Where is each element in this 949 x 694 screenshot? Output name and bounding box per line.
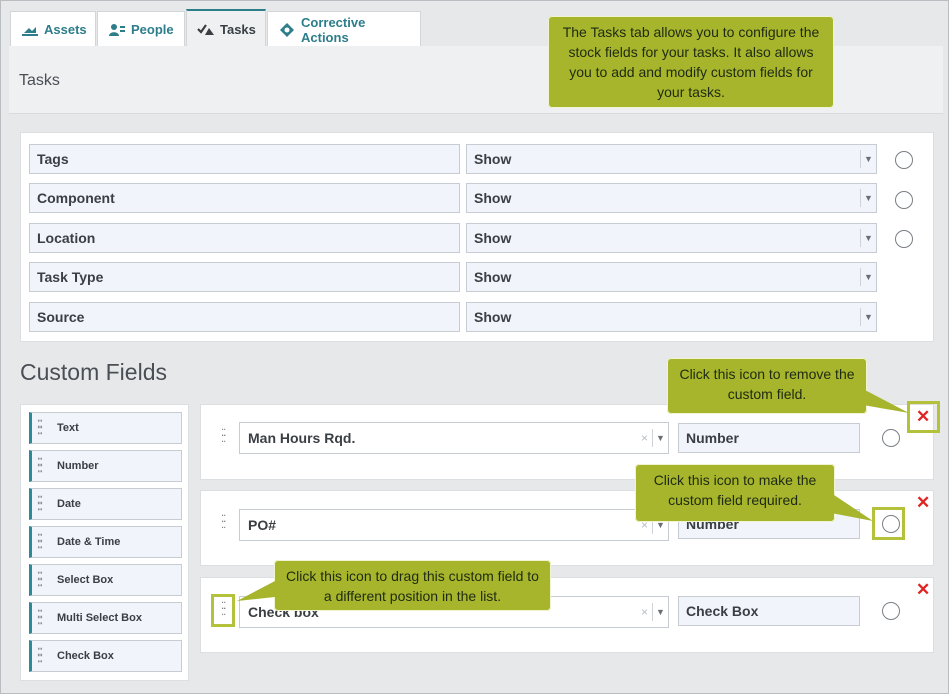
- custom-field-type: Number: [678, 423, 860, 453]
- callout-tasks-tab: The Tasks tab allows you to configure th…: [548, 16, 834, 108]
- stock-field-name: Task Type: [29, 262, 460, 292]
- chevron-down-icon: ▼: [860, 308, 876, 326]
- visibility-select[interactable]: Show ▼: [466, 262, 877, 292]
- drag-handle-icon: ⁚⁚ ⁚⁚: [37, 647, 43, 665]
- custom-field-name: Man Hours Rqd.: [248, 430, 356, 446]
- drag-handle-icon: ⁚⁚ ⁚⁚: [37, 571, 43, 589]
- stock-field-name: Source: [29, 302, 460, 332]
- visibility-value: Show: [474, 269, 512, 285]
- required-toggle[interactable]: [882, 602, 900, 620]
- tab-assets[interactable]: Assets: [10, 11, 96, 47]
- palette-item-label: Multi Select Box: [57, 612, 142, 624]
- drag-handle-icon: ⁚⁚ ⁚⁚: [37, 609, 43, 627]
- palette-item-date-time[interactable]: ⁚⁚ ⁚⁚ Date & Time: [29, 526, 182, 558]
- chevron-down-icon: ▼: [860, 189, 876, 207]
- corrective-actions-icon: [278, 22, 296, 37]
- tab-label: People: [131, 22, 174, 37]
- tab-label: Tasks: [220, 21, 256, 37]
- palette-item-text[interactable]: ⁚⁚ ⁚⁚ Text: [29, 412, 182, 444]
- tasks-icon: [197, 22, 215, 36]
- drag-icon-highlight: [211, 594, 235, 627]
- clear-icon[interactable]: ×: [641, 605, 648, 619]
- chevron-down-icon: ▼: [860, 229, 876, 247]
- tab-tasks[interactable]: Tasks: [186, 9, 266, 47]
- palette-item-select-box[interactable]: ⁚⁚ ⁚⁚ Select Box: [29, 564, 182, 596]
- visibility-value: Show: [474, 309, 512, 325]
- drag-handle-icon: ⁚⁚ ⁚⁚: [37, 533, 43, 551]
- visibility-value: Show: [474, 230, 512, 246]
- page-title: Tasks: [19, 72, 60, 89]
- chevron-down-icon: ▼: [860, 150, 876, 168]
- required-icon-highlight: [872, 507, 905, 540]
- callout-remove: Click this icon to remove the custom fie…: [667, 358, 867, 414]
- visibility-value: Show: [474, 190, 512, 206]
- drag-handle-icon[interactable]: ⁚⁚ ⁚⁚: [221, 515, 231, 535]
- palette-item-multi-select-box[interactable]: ⁚⁚ ⁚⁚ Multi Select Box: [29, 602, 182, 634]
- visibility-select[interactable]: Show ▼: [466, 223, 877, 253]
- required-toggle[interactable]: [882, 429, 900, 447]
- stock-field-name: Location: [29, 223, 460, 253]
- chevron-down-icon: ▼: [860, 268, 876, 286]
- palette-item-label: Select Box: [57, 574, 114, 586]
- custom-field-name: PO#: [248, 517, 277, 533]
- palette-item-check-box[interactable]: ⁚⁚ ⁚⁚ Check Box: [29, 640, 182, 672]
- chevron-down-icon[interactable]: ▼: [652, 603, 668, 621]
- tab-label: Corrective Actions: [301, 14, 366, 45]
- drag-handle-icon[interactable]: ⁚⁚ ⁚⁚: [221, 429, 231, 449]
- stock-field-name: Component: [29, 183, 460, 213]
- tab-people[interactable]: People: [97, 11, 185, 47]
- callout-pointer: [863, 389, 909, 413]
- palette-item-label: Number: [57, 460, 99, 472]
- people-icon: [108, 23, 126, 37]
- field-type-palette: ⁚⁚ ⁚⁚ Text ⁚⁚ ⁚⁚ Number ⁚⁚ ⁚⁚ Date ⁚⁚ ⁚⁚ Date & …: [20, 404, 189, 681]
- visibility-value: Show: [474, 151, 512, 167]
- callout-drag: Click this icon to drag this custom fiel…: [274, 560, 551, 611]
- clear-icon[interactable]: ×: [641, 431, 648, 445]
- palette-item-date[interactable]: ⁚⁚ ⁚⁚ Date: [29, 488, 182, 520]
- callout-pointer: [831, 493, 873, 521]
- drag-handle-icon: ⁚⁚ ⁚⁚: [37, 457, 43, 475]
- palette-item-label: Date & Time: [57, 536, 121, 548]
- remove-field-icon[interactable]: ✕: [916, 580, 930, 600]
- required-toggle[interactable]: [895, 191, 913, 209]
- custom-field-type: Check Box: [678, 596, 860, 626]
- required-toggle[interactable]: [895, 230, 913, 248]
- chevron-down-icon[interactable]: ▼: [652, 429, 668, 447]
- drag-handle-icon: ⁚⁚ ⁚⁚: [37, 495, 43, 513]
- visibility-select[interactable]: Show ▼: [466, 302, 877, 332]
- stock-fields-panel: Tags Show ▼ Component Show ▼ Location Show…: [20, 132, 934, 342]
- app-frame: Assets People Tasks Corrective Actions T…: [0, 0, 949, 694]
- drag-handle-icon: ⁚⁚ ⁚⁚: [37, 419, 43, 437]
- assets-icon: [21, 23, 39, 37]
- custom-fields-title: Custom Fields: [20, 359, 167, 385]
- palette-item-number[interactable]: ⁚⁚ ⁚⁚ Number: [29, 450, 182, 482]
- palette-item-label: Check Box: [57, 650, 114, 662]
- tab-label: Assets: [44, 22, 87, 37]
- visibility-select[interactable]: Show ▼: [466, 144, 877, 174]
- tab-corrective-actions[interactable]: Corrective Actions: [267, 11, 421, 47]
- stock-field-name: Tags: [29, 144, 460, 174]
- required-toggle[interactable]: [895, 151, 913, 169]
- visibility-select[interactable]: Show ▼: [466, 183, 877, 213]
- custom-field-name-input[interactable]: Man Hours Rqd. × ▼: [239, 422, 669, 454]
- palette-item-label: Date: [57, 498, 81, 510]
- callout-pointer: [237, 581, 275, 601]
- palette-item-label: Text: [57, 422, 79, 434]
- remove-field-icon[interactable]: ✕: [916, 493, 930, 513]
- callout-required: Click this icon to make the custom field…: [635, 464, 835, 522]
- custom-field-name-input[interactable]: PO# × ▼: [239, 509, 669, 541]
